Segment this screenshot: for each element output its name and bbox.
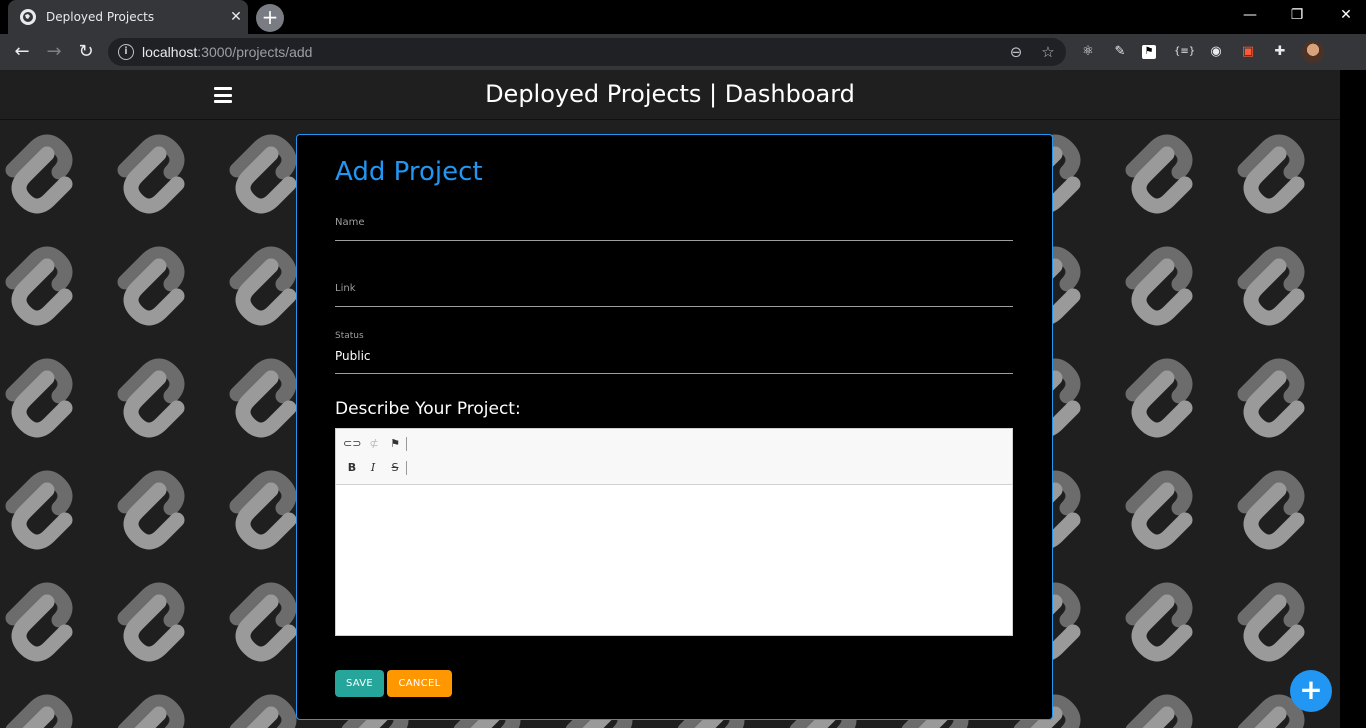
back-icon[interactable]: ← (8, 38, 36, 66)
browser-tabstrip: Deployed Projects ✕ + — ❐ ✕ (0, 0, 1366, 34)
tab-title: Deployed Projects (46, 10, 155, 24)
toolbar-separator (406, 437, 407, 451)
browser-tab[interactable]: Deployed Projects ✕ (8, 0, 248, 34)
owl-extension-icon[interactable]: ◉ (1206, 42, 1226, 62)
tab-close-icon[interactable]: ✕ (224, 9, 248, 25)
status-label: Status (335, 331, 364, 341)
close-window-button[interactable]: ✕ (1326, 0, 1366, 30)
reload-icon[interactable]: ↻ (72, 38, 100, 66)
save-button[interactable]: SAVE (335, 670, 384, 697)
strikethrough-icon[interactable]: S (386, 459, 404, 477)
flag-extension-icon[interactable]: ⚑ (1142, 45, 1156, 59)
app-header: Deployed Projects | Dashboard (0, 70, 1340, 120)
name-label: Name (335, 217, 365, 228)
status-value: Public (335, 349, 371, 363)
flag-icon[interactable]: ⚑ (386, 435, 404, 453)
pen-extension-icon[interactable]: ✎ (1110, 42, 1130, 62)
app-title: Deployed Projects | Dashboard (485, 80, 855, 108)
new-tab-button[interactable]: + (256, 4, 284, 32)
bookmark-star-icon[interactable]: ☆ (1038, 42, 1058, 62)
rich-text-editor: ⊂⊃ ⊄ ⚑ B I S (335, 428, 1013, 636)
bold-icon[interactable]: B (343, 459, 361, 477)
json-viewer-icon[interactable]: {≡} (1174, 42, 1195, 62)
name-field[interactable]: Name (335, 207, 1013, 241)
zoom-icon[interactable]: ⊖ (1006, 42, 1026, 62)
browser-toolbar: ← → ↻ i localhost:3000/projects/add ⊖ ☆ … (0, 34, 1366, 70)
link-icon[interactable]: ⊂⊃ (343, 435, 361, 453)
profile-avatar[interactable] (1302, 41, 1324, 63)
cancel-button[interactable]: CANCEL (387, 670, 452, 697)
italic-icon[interactable]: I (364, 459, 382, 477)
description-label: Describe Your Project: (335, 399, 521, 419)
forward-icon[interactable]: → (40, 38, 68, 66)
add-project-card: Add Project Name Link Status Public Desc… (296, 134, 1053, 720)
editor-toolbar: ⊂⊃ ⊄ ⚑ B I S (336, 429, 1012, 485)
link-field[interactable]: Link (335, 273, 1013, 307)
scrollbar[interactable] (1340, 70, 1366, 728)
toolbar-separator (406, 461, 407, 475)
restore-button[interactable]: ❐ (1277, 0, 1317, 30)
globe-icon (20, 9, 36, 25)
url-text[interactable]: localhost:3000/projects/add (142, 44, 312, 60)
puzzle-extensions-icon[interactable]: ✚ (1270, 42, 1290, 62)
react-devtools-icon[interactable]: ⚛ (1078, 42, 1098, 62)
minimize-button[interactable]: — (1230, 0, 1270, 30)
add-fab-button[interactable]: + (1290, 670, 1332, 712)
address-bar[interactable]: i localhost:3000/projects/add ⊖ ☆ (108, 38, 1066, 66)
status-select[interactable]: Status Public (335, 329, 1013, 374)
site-info-icon[interactable]: i (118, 44, 134, 60)
editor-content-area[interactable] (336, 486, 1012, 635)
shopping-extension-icon[interactable]: ▣ (1238, 42, 1258, 62)
unlink-icon[interactable]: ⊄ (365, 435, 383, 453)
link-label: Link (335, 283, 356, 294)
page-title: Add Project (335, 157, 483, 187)
